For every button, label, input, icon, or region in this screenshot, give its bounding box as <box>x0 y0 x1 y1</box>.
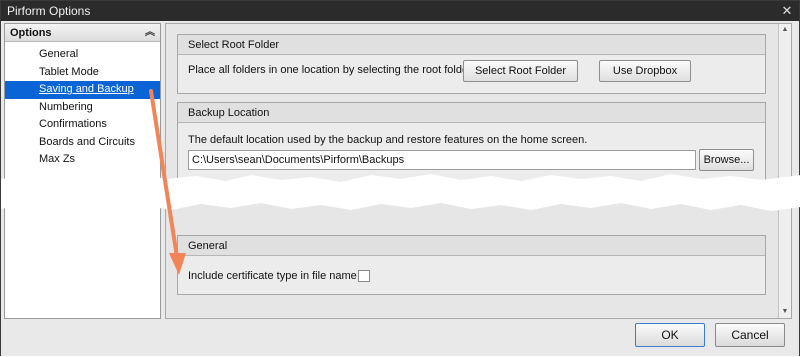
backup-path-input[interactable] <box>188 150 696 170</box>
options-window: Pirform Options ✕ Options ︽ General Tabl… <box>0 0 800 356</box>
select-root-folder-group: Select Root Folder Place all folders in … <box>177 34 766 94</box>
sidebar-header-label: Options <box>10 27 52 39</box>
sidebar-item-confirmations[interactable]: Confirmations <box>5 116 160 134</box>
sidebar-item-numbering[interactable]: Numbering <box>5 99 160 117</box>
window-title: Pirform Options <box>7 4 91 18</box>
browse-button[interactable]: Browse... <box>699 149 754 171</box>
cert-type-checkbox[interactable] <box>358 270 370 282</box>
scroll-up-icon[interactable]: ▲ <box>779 24 791 36</box>
backup-location-title: Backup Location <box>178 103 765 123</box>
sidebar-item-tablet-mode[interactable]: Tablet Mode <box>5 64 160 82</box>
use-dropbox-button[interactable]: Use Dropbox <box>599 60 691 82</box>
general-group: General Include certificate type in file… <box>177 235 766 295</box>
sidebar-header: Options ︽ <box>5 24 160 42</box>
ok-button[interactable]: OK <box>635 323 705 347</box>
general-title: General <box>178 236 765 256</box>
collapse-chevrons-icon[interactable]: ︽ <box>144 26 156 39</box>
select-root-description: Place all folders in one location by sel… <box>188 64 472 76</box>
select-root-folder-title: Select Root Folder <box>178 35 765 55</box>
sidebar-item-boards-and-circuits[interactable]: Boards and Circuits <box>5 134 160 152</box>
sidebar-item-saving-and-backup[interactable]: Saving and Backup <box>5 81 160 99</box>
cert-type-label: Include certificate type in file name <box>188 270 357 282</box>
select-root-folder-button[interactable]: Select Root Folder <box>463 60 578 82</box>
backup-description: The default location used by the backup … <box>188 134 588 146</box>
sidebar-item-general[interactable]: General <box>5 46 160 64</box>
options-nav-list: General Tablet Mode Saving and Backup Nu… <box>5 42 160 169</box>
close-icon[interactable]: ✕ <box>779 3 795 18</box>
torn-edge-divider <box>1 174 800 211</box>
cancel-button[interactable]: Cancel <box>715 323 785 347</box>
scroll-down-icon[interactable]: ▼ <box>779 306 791 318</box>
title-bar: Pirform Options ✕ <box>1 1 799 21</box>
sidebar-item-max-zs[interactable]: Max Zs <box>5 151 160 169</box>
